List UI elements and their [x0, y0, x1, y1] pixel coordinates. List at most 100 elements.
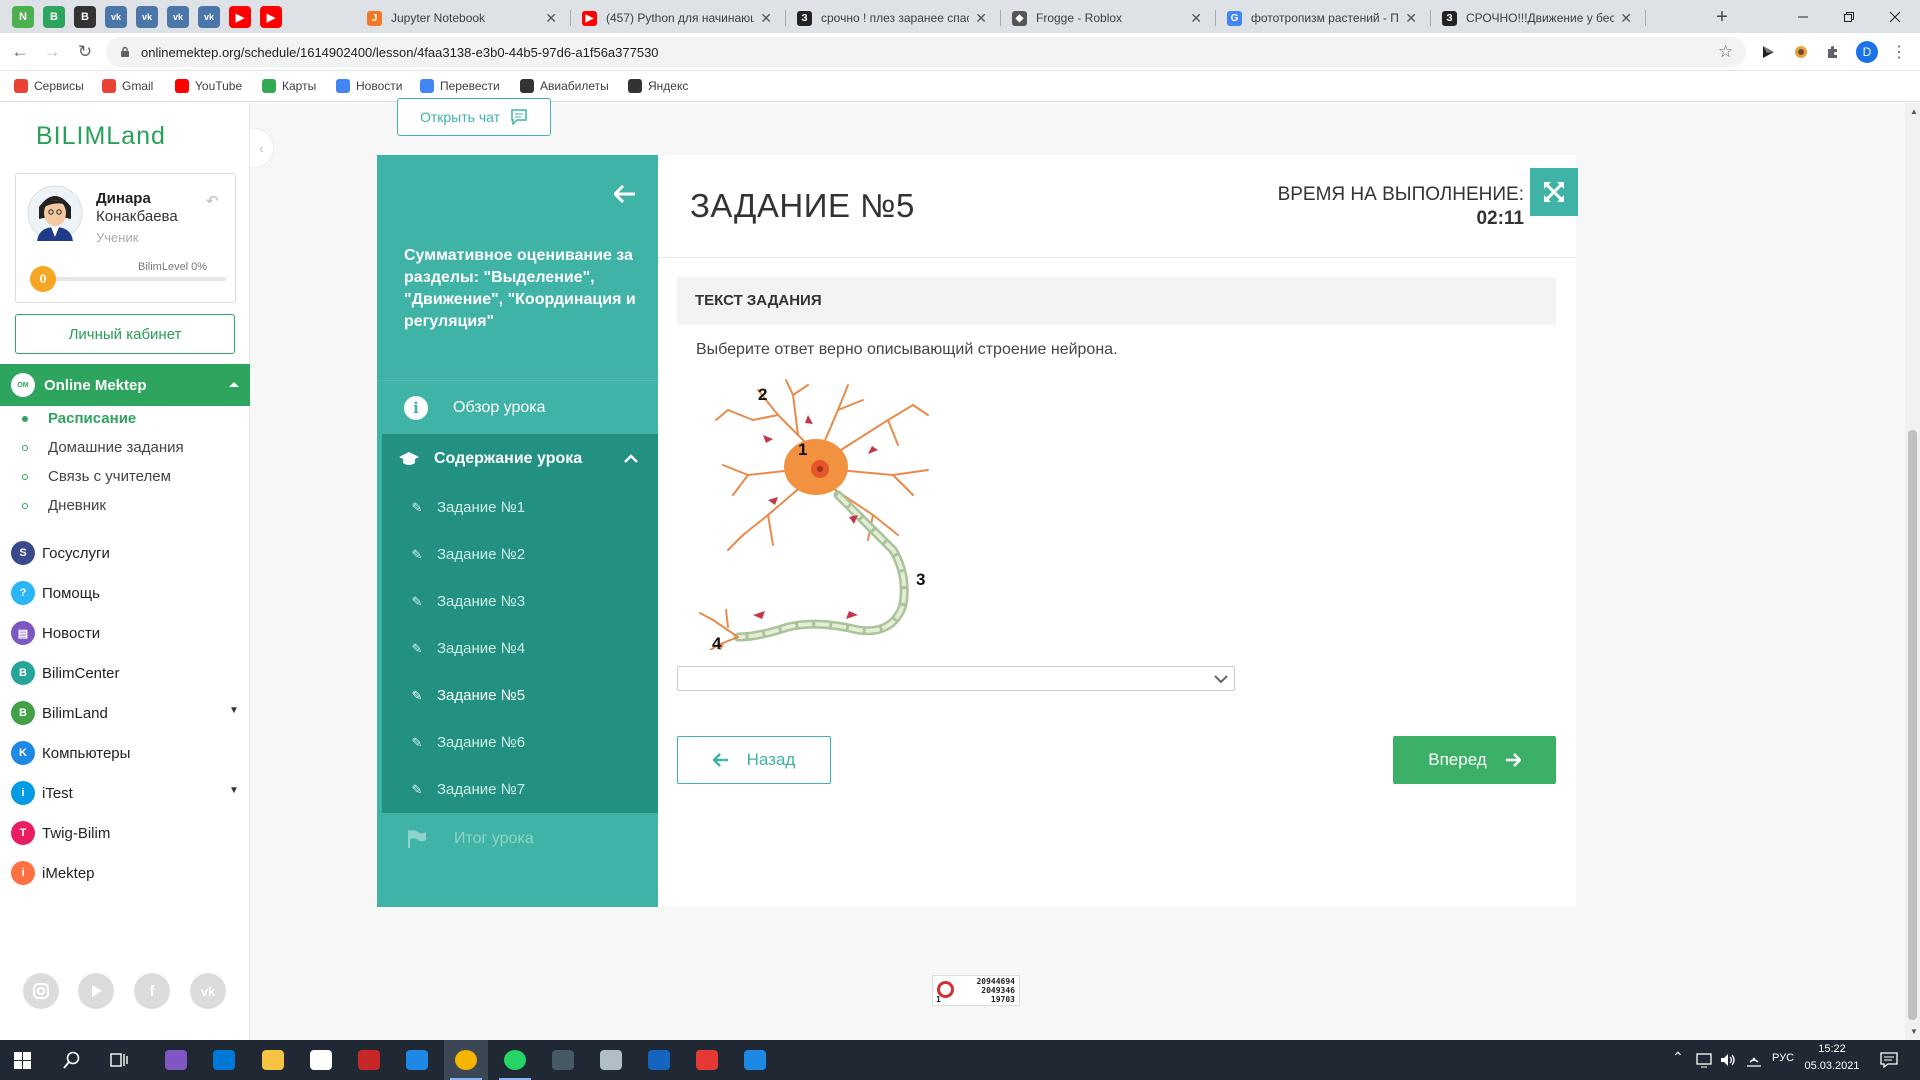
- task-item-2[interactable]: ✎ Задание №2: [382, 531, 658, 578]
- youtube-social-icon[interactable]: [78, 973, 114, 1009]
- scroll-down-icon[interactable]: ▼: [1910, 1027, 1918, 1036]
- file-explorer-icon[interactable]: [262, 1050, 284, 1070]
- bookmark-youtube[interactable]: YouTube: [175, 79, 242, 93]
- back-button[interactable]: Назад: [677, 736, 831, 784]
- scroll-up-icon[interactable]: ▲: [1910, 107, 1918, 116]
- sidebar-item-компьютеры[interactable]: K Компьютеры: [11, 741, 130, 765]
- vk-social-icon[interactable]: vk: [190, 973, 226, 1009]
- notes-icon[interactable]: [600, 1050, 622, 1070]
- task-item-4[interactable]: ✎ Задание №4: [382, 625, 658, 672]
- sidebar-item-itest[interactable]: i iTest ▼: [11, 781, 239, 805]
- bookmark-star-icon[interactable]: ☆: [1718, 42, 1733, 62]
- lesson-result-item[interactable]: Итог урока: [377, 813, 658, 865]
- fox-icon[interactable]: [552, 1050, 574, 1070]
- back-nav-button[interactable]: ←: [8, 41, 32, 63]
- pinned-tab-youtube-icon[interactable]: ▶: [260, 6, 282, 28]
- bookmark-globe[interactable]: Авиабилеты: [520, 79, 609, 93]
- task-item-1[interactable]: ✎ Задание №1: [382, 484, 658, 531]
- sidebar-item-новости[interactable]: ▤ Новости: [11, 621, 100, 645]
- bookmark-news[interactable]: Новости: [336, 79, 402, 93]
- search-icon[interactable]: [63, 1051, 81, 1069]
- forward-button[interactable]: Вперед: [1393, 736, 1556, 784]
- close-window-button[interactable]: [1872, 0, 1918, 33]
- pinned-tab-vk-icon[interactable]: vk: [198, 6, 220, 28]
- clock-date[interactable]: 05.03.2021: [1800, 1060, 1864, 1072]
- pinned-tab-b-dark-icon[interactable]: B: [74, 6, 96, 28]
- tray-display-icon[interactable]: [1696, 1052, 1712, 1068]
- sidebar-item-bilimcenter[interactable]: B BilimCenter: [11, 661, 120, 685]
- browser-menu-icon[interactable]: ⋮: [1888, 41, 1910, 63]
- task-item-5[interactable]: ✎ Задание №5: [382, 672, 658, 719]
- clock-time[interactable]: 15:22: [1800, 1043, 1864, 1055]
- instagram-icon[interactable]: [23, 973, 59, 1009]
- sidebar-item-imektep[interactable]: i iMektep: [11, 861, 95, 885]
- address-bar[interactable]: onlinemektep.org/schedule/1614902400/les…: [106, 37, 1746, 67]
- forward-nav-button[interactable]: →: [40, 41, 64, 63]
- personal-cabinet-button[interactable]: Личный кабинет: [15, 314, 235, 354]
- browser-tab[interactable]: Gфототропизм растений - Пои ✕: [1217, 3, 1429, 33]
- minimize-button[interactable]: [1780, 0, 1826, 33]
- yandex-icon[interactable]: [696, 1050, 718, 1070]
- reload-button[interactable]: ↻: [73, 41, 97, 63]
- chrome-icon[interactable]: [455, 1050, 477, 1070]
- bilimland-logo[interactable]: BILIMLand: [36, 122, 166, 151]
- open-chat-button[interactable]: Открыть чат: [397, 98, 551, 136]
- new-tab-button[interactable]: +: [1710, 5, 1734, 29]
- bookmark-translate[interactable]: Перевести: [420, 79, 500, 93]
- notifications-icon[interactable]: [1880, 1052, 1898, 1068]
- close-tab-icon[interactable]: ✕: [1620, 10, 1632, 27]
- bookmark-maps[interactable]: Карты: [262, 79, 316, 93]
- collapse-sidebar-button[interactable]: ‹: [250, 128, 274, 168]
- submenu-item[interactable]: Домашние задания: [22, 439, 184, 456]
- volume-icon[interactable]: [1720, 1052, 1736, 1068]
- submenu-item[interactable]: Дневник: [22, 497, 106, 514]
- submenu-item[interactable]: Расписание: [22, 410, 136, 427]
- task-view-icon[interactable]: [110, 1051, 128, 1069]
- sidebar-item-twig-bilim[interactable]: T Twig-Bilim: [11, 821, 110, 845]
- restore-button[interactable]: [1826, 0, 1872, 33]
- pinned-tab-vk-icon[interactable]: vk: [136, 6, 158, 28]
- sidebar-item-госуслуги[interactable]: S Госуслуги: [11, 541, 110, 565]
- close-tab-icon[interactable]: ✕: [1405, 10, 1417, 27]
- online-mektep-menu[interactable]: OM Online Mektep: [0, 364, 250, 406]
- puzzle-extensions-icon[interactable]: [1822, 41, 1844, 63]
- pinned-tab-vk-icon[interactable]: vk: [105, 6, 127, 28]
- tray-chevron-icon[interactable]: ⌃: [1672, 1049, 1684, 1066]
- browser-tab[interactable]: ▶ (457) Python для начинающи ✕: [572, 3, 784, 33]
- close-tab-icon[interactable]: ✕: [1190, 10, 1202, 27]
- whatsapp-icon[interactable]: [504, 1050, 526, 1070]
- fullscreen-button[interactable]: [1530, 168, 1578, 216]
- logout-icon[interactable]: ↶: [206, 192, 219, 210]
- facebook-icon[interactable]: f: [134, 973, 170, 1009]
- task-item-6[interactable]: ✎ Задание №6: [382, 719, 658, 766]
- page-scrollbar[interactable]: ▲ ▼: [1905, 103, 1920, 1040]
- pinned-tab-vk-icon[interactable]: vk: [167, 6, 189, 28]
- close-tab-icon[interactable]: ✕: [760, 10, 772, 27]
- lesson-overview-item[interactable]: i Обзор урока: [377, 380, 658, 434]
- browser-tab[interactable]: З СРОЧНО!!!Движение у беспо ✕: [1432, 3, 1644, 33]
- sidebar-item-bilimland[interactable]: B BilimLand ▼: [11, 701, 239, 725]
- network-icon[interactable]: [1746, 1052, 1762, 1068]
- profile-avatar[interactable]: D: [1856, 41, 1878, 63]
- pinned-tab-n-icon[interactable]: N: [12, 6, 34, 28]
- visit-counter[interactable]: 20944694 2049346 1 19703: [932, 975, 1020, 1006]
- windows-start-icon[interactable]: [14, 1052, 31, 1069]
- task-item-3[interactable]: ✎ Задание №3: [382, 578, 658, 625]
- task-item-7[interactable]: ✎ Задание №7: [382, 766, 658, 813]
- calculator-icon[interactable]: [648, 1050, 670, 1070]
- network-app-icon[interactable]: [744, 1050, 766, 1070]
- answer-select[interactable]: [677, 666, 1235, 691]
- store-icon[interactable]: [310, 1050, 332, 1070]
- browser-tab[interactable]: ◆ Frogge - Roblox ✕: [1002, 3, 1214, 33]
- browser-tab[interactable]: Зсрочно ! плез заранее спасиб ✕: [787, 3, 999, 33]
- submenu-item[interactable]: Связь с учителем: [22, 468, 171, 485]
- input-language[interactable]: РУС: [1772, 1052, 1794, 1064]
- lesson-contents-item[interactable]: Содержание урока: [382, 434, 658, 484]
- edge-icon[interactable]: [213, 1050, 235, 1070]
- extension-icon[interactable]: [1790, 41, 1812, 63]
- bookmark-apps[interactable]: Сервисы: [14, 79, 84, 93]
- mcafee-icon[interactable]: [358, 1050, 380, 1070]
- close-tab-icon[interactable]: ✕: [545, 10, 557, 27]
- cast-extension-icon[interactable]: [1757, 41, 1779, 63]
- sidebar-item-помощь[interactable]: ? Помощь: [11, 581, 100, 605]
